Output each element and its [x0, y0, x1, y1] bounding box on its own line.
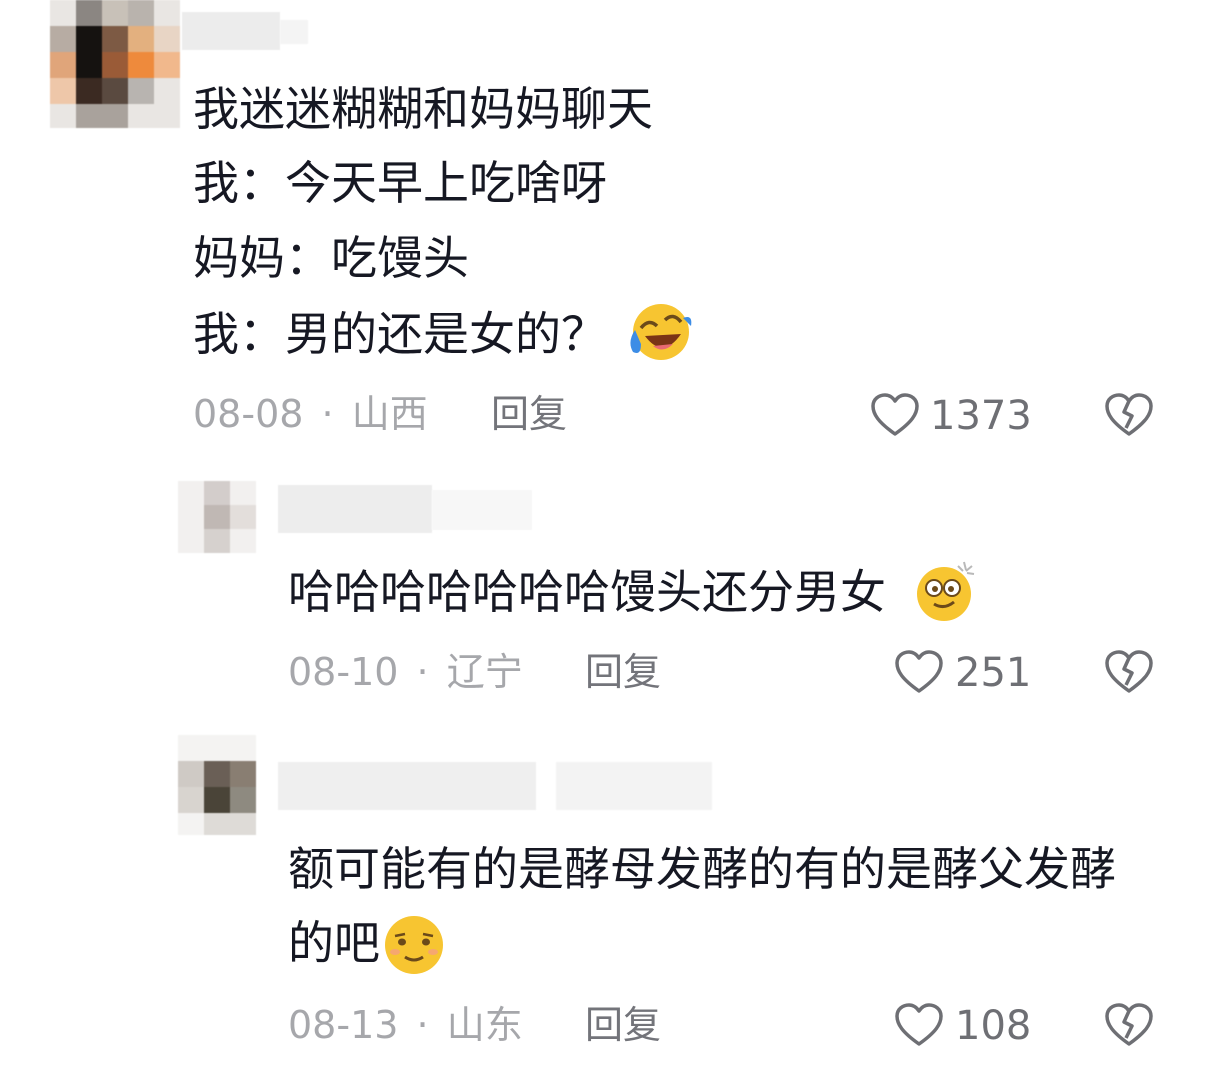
comment-text-line: 我：今天早上吃啥呀 — [193, 156, 607, 210]
comment-meta: 08-13 · 山东 — [288, 1006, 523, 1044]
username-tail — [280, 20, 308, 44]
username[interactable] — [278, 762, 536, 810]
comment-text-line: 额可能有的是酵母发酵的有的是酵父发酵 — [288, 842, 1116, 896]
broken-heart-icon[interactable] — [1104, 1002, 1154, 1048]
comment-location: 辽宁 — [446, 650, 523, 694]
reply-button[interactable]: 回复 — [585, 1006, 661, 1044]
smug-face-emoji — [385, 916, 443, 974]
heart-outline-icon[interactable] — [894, 1002, 944, 1048]
comment-location: 山西 — [351, 392, 428, 436]
like-count: 251 — [955, 650, 1032, 696]
comment-meta: 08-10 · 辽宁 — [288, 653, 523, 691]
avatar[interactable] — [178, 735, 256, 835]
laughing-crying-emoji — [630, 304, 692, 360]
comment-date: 08-08 — [193, 392, 304, 436]
comment-meta: 08-08 · 山西 — [193, 395, 428, 433]
heart-outline-icon[interactable] — [894, 649, 944, 695]
like-count: 1373 — [930, 393, 1032, 439]
avatar[interactable] — [178, 481, 256, 553]
meta-separator: · — [416, 1003, 429, 1047]
comment-text-line: 哈哈哈哈哈哈哈馒头还分男女 — [288, 565, 886, 619]
username[interactable] — [182, 12, 280, 50]
broken-heart-icon[interactable] — [1104, 649, 1154, 695]
comment-date: 08-10 — [288, 650, 399, 694]
comment-text-line: 的吧 — [288, 916, 380, 970]
comment-text-line: 妈妈：吃馒头 — [193, 231, 469, 285]
heart-outline-icon[interactable] — [870, 392, 920, 438]
dizzy-face-emoji — [917, 561, 975, 621]
comment-date: 08-13 — [288, 1003, 399, 1047]
comment-text-line: 我：男的还是女的？ — [193, 307, 607, 361]
reply-button[interactable]: 回复 — [491, 395, 567, 433]
username[interactable] — [278, 485, 432, 533]
avatar[interactable] — [50, 0, 180, 128]
comment-location: 山东 — [446, 1003, 523, 1047]
reply-button[interactable]: 回复 — [585, 653, 661, 691]
username-tail — [556, 762, 712, 810]
meta-separator: · — [416, 650, 429, 694]
meta-separator: · — [321, 392, 334, 436]
broken-heart-icon[interactable] — [1104, 392, 1154, 438]
username-tail — [432, 490, 532, 530]
like-count: 108 — [955, 1003, 1032, 1049]
comment-text-line: 我迷迷糊糊和妈妈聊天 — [193, 82, 653, 136]
